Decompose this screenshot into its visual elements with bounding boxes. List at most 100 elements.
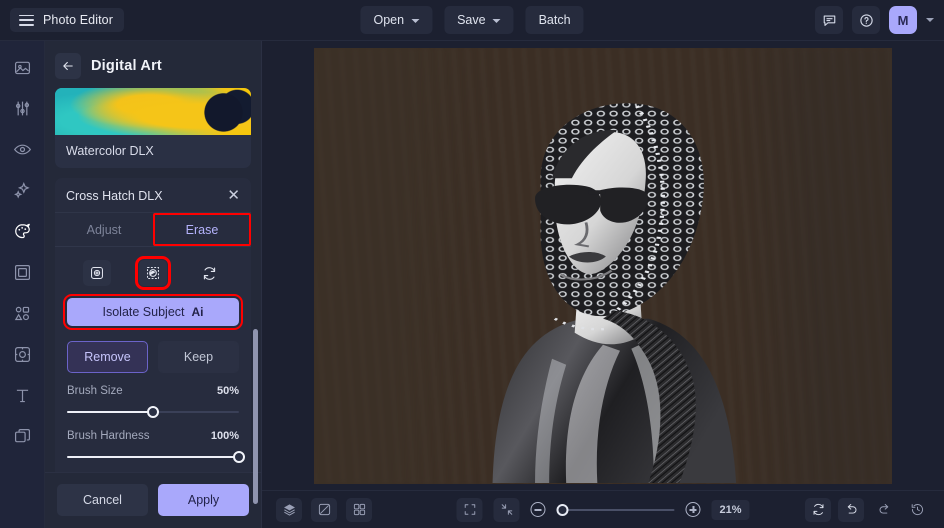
erase-mask-button[interactable] (135, 256, 171, 290)
mode-keep-button[interactable]: Keep (158, 341, 239, 373)
feedback-button[interactable] (815, 6, 843, 34)
mode-remove-button[interactable]: Remove (67, 341, 148, 373)
shapes-icon (14, 306, 29, 320)
panel-scrollbar[interactable] (253, 329, 258, 504)
grid-button[interactable] (346, 497, 372, 522)
mask-mode-toggle: Remove Keep (67, 341, 239, 373)
batch-button[interactable]: Batch (525, 6, 584, 34)
palette-icon (14, 223, 30, 238)
close-icon[interactable]: ✕ (227, 188, 240, 203)
page-title: Digital Art (91, 58, 162, 74)
subject-select-button[interactable] (83, 260, 111, 286)
text-icon (16, 389, 28, 402)
bottom-left-tools (276, 497, 372, 522)
app-menu-button[interactable]: Photo Editor (10, 8, 124, 32)
brush-hardness-value: 100% (210, 430, 239, 442)
zoom-slider[interactable] (556, 503, 675, 516)
brush-hardness-track[interactable] (67, 451, 245, 463)
compare-button[interactable] (311, 497, 337, 522)
reset-mask-button[interactable] (195, 260, 223, 286)
history-button[interactable] (904, 498, 930, 522)
help-button[interactable] (852, 6, 880, 34)
layers-button[interactable] (276, 497, 302, 522)
back-button[interactable] (55, 53, 81, 79)
reset-button[interactable] (805, 497, 831, 522)
editor-stage: 21% (262, 41, 944, 528)
brush-hardness-label-row: Brush Hardness 100% (67, 430, 239, 442)
open-button[interactable]: Open (360, 6, 433, 34)
panel-scroll-region: Watercolor DLX Cross Hatch DLX ✕ Adjust … (45, 88, 261, 472)
isolate-subject-button[interactable]: Isolate Subject Ai (63, 294, 243, 330)
brush-hardness-knob[interactable] (233, 451, 245, 463)
top-center-tools: Open Save Batch (360, 6, 584, 34)
brush-size-slider-block: Brush Size 50% (55, 373, 251, 418)
save-button[interactable]: Save (444, 6, 514, 34)
top-bar: Photo Editor Open Save Batch M (0, 0, 944, 41)
rail-item-adjustments[interactable] (8, 95, 36, 121)
tool-rail (0, 41, 45, 528)
zoom-out-button[interactable] (530, 502, 546, 517)
reset-refresh-icon (203, 266, 215, 280)
erase-tool-row (55, 247, 251, 295)
rail-item-text[interactable] (8, 382, 36, 408)
panel-header: Digital Art (45, 41, 261, 88)
save-label: Save (457, 13, 486, 27)
rail-item-ai-effects[interactable] (8, 177, 36, 203)
zoom-slider-knob[interactable] (556, 503, 569, 516)
zoom-in-button[interactable] (685, 502, 701, 517)
brush-size-label: Brush Size (67, 385, 123, 397)
brush-hardness-slider-block: Brush Hardness 100% (55, 418, 251, 463)
rail-item-preview[interactable] (8, 136, 36, 162)
tab-erase[interactable]: Erase (153, 213, 251, 246)
brush-hardness-label: Brush Hardness (67, 430, 150, 442)
rail-item-image[interactable] (8, 54, 36, 80)
app-body: Digital Art Watercolor DLX Cross Hatch D… (0, 41, 944, 528)
fit-screen-button[interactable] (456, 497, 483, 522)
focus-icon (14, 346, 30, 362)
eye-icon (13, 144, 31, 154)
subject-silhouette (492, 103, 737, 484)
effect-panel: Digital Art Watercolor DLX Cross Hatch D… (45, 41, 262, 528)
canvas-area[interactable] (262, 41, 944, 490)
brush-size-track[interactable] (67, 406, 239, 418)
history-icon (911, 504, 923, 516)
batch-label: Batch (538, 13, 571, 27)
rail-item-layers[interactable] (8, 423, 36, 449)
avatar[interactable]: M (889, 6, 917, 34)
undo-button[interactable] (838, 497, 864, 522)
cancel-button[interactable]: Cancel (57, 484, 148, 516)
isolate-subject-wrap: Isolate Subject Ai (55, 294, 251, 337)
brush-size-knob[interactable] (147, 406, 159, 418)
shrink-icon (501, 504, 512, 515)
rail-item-focus[interactable] (8, 341, 36, 367)
layers-icon (283, 504, 295, 516)
chevron-down-icon (492, 18, 501, 23)
erase-mask-icon (147, 267, 159, 279)
photo-canvas[interactable] (314, 47, 892, 484)
preset-card-watercolor[interactable]: Watercolor DLX (55, 88, 251, 168)
redo-icon (879, 503, 888, 514)
subject-cross-hatch-portrait (467, 82, 750, 484)
watercolor-flowers-thumbnail (55, 88, 251, 135)
frame-icon (14, 264, 30, 280)
rail-item-digital-art[interactable] (8, 218, 36, 244)
shrink-button[interactable] (493, 497, 520, 522)
undo-icon (847, 503, 856, 514)
top-right-tools: M (815, 6, 934, 34)
chat-icon (823, 14, 835, 26)
track-fill (67, 411, 153, 413)
bottom-bar: 21% (262, 490, 944, 528)
zoom-track-line (564, 508, 675, 511)
track-fill (67, 456, 239, 458)
tab-adjust[interactable]: Adjust (55, 213, 153, 246)
redo-button[interactable] (871, 498, 897, 522)
app-root: Photo Editor Open Save Batch M Digital A… (0, 0, 944, 528)
account-chevron-down-icon[interactable] (926, 18, 934, 22)
arrow-left-icon (63, 61, 73, 71)
rail-item-shapes[interactable] (8, 300, 36, 326)
apply-button[interactable]: Apply (158, 484, 249, 516)
effect-header: Cross Hatch DLX ✕ (55, 178, 251, 213)
rail-item-frames[interactable] (8, 259, 36, 285)
ai-badge: Ai (191, 305, 204, 319)
effect-title: Cross Hatch DLX (66, 188, 163, 203)
